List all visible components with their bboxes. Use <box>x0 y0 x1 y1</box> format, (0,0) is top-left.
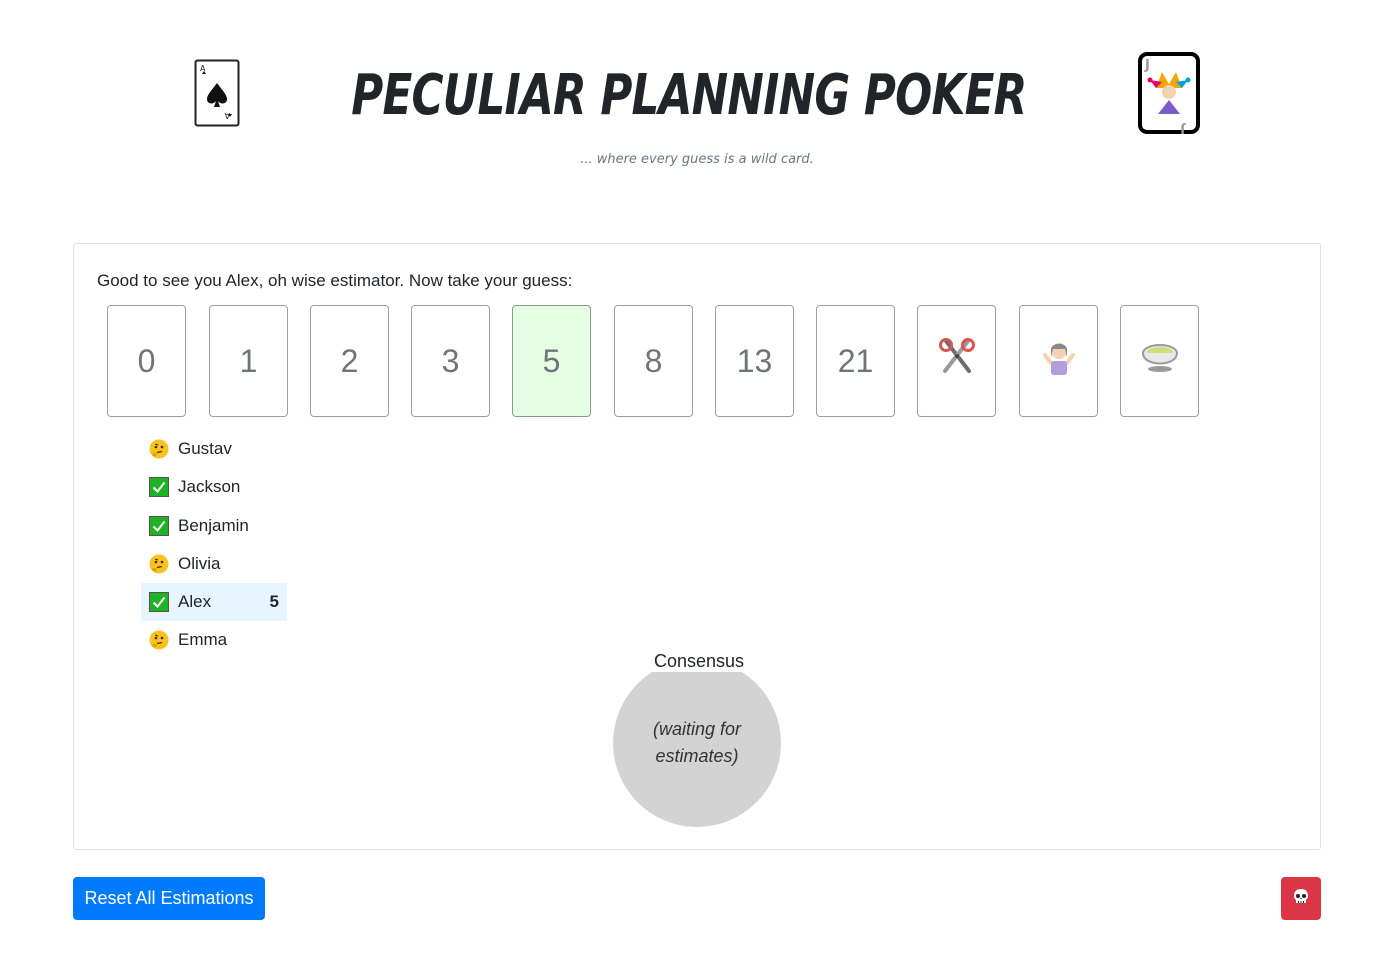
player-name: Emma <box>178 630 228 649</box>
check-mark-icon <box>149 477 169 497</box>
thinking-face-icon <box>149 630 169 650</box>
player-name: Olivia <box>178 554 221 573</box>
thinking-face-icon <box>149 554 169 574</box>
card-21[interactable]: 21 <box>816 305 895 417</box>
player-name: Gustav <box>178 439 232 458</box>
check-mark-icon <box>149 516 169 536</box>
page-subtitle: ... where every guess is a wild card. <box>580 152 814 167</box>
player-row: Olivia <box>141 545 287 583</box>
page-title: Peculiar Planning Poker <box>351 63 1027 128</box>
card-13[interactable]: 13 <box>715 305 794 417</box>
card-coffee-break[interactable] <box>1120 305 1199 417</box>
player-name: Benjamin <box>178 516 249 535</box>
card-shrug[interactable] <box>1019 305 1098 417</box>
card-8[interactable]: 8 <box>614 305 693 417</box>
greeting-text: Good to see you Alex, oh wise estimator.… <box>97 271 573 290</box>
delete-session-button[interactable] <box>1281 877 1321 920</box>
check-mark-icon <box>149 592 169 612</box>
card-2[interactable]: 2 <box>310 305 389 417</box>
thinking-face-icon <box>149 439 169 459</box>
reset-all-estimations-button[interactable]: Reset All Estimations <box>73 877 265 920</box>
ace-of-spades-card-icon: A A <box>194 59 240 132</box>
card-1[interactable]: 1 <box>209 305 288 417</box>
joker-card-icon: J J <box>1137 52 1200 139</box>
player-estimate: 5 <box>269 592 279 611</box>
card-5[interactable]: 5 <box>512 305 591 417</box>
app-header: A A Peculiar Planning Poker J J <box>0 52 1394 139</box>
player-row: Jackson <box>141 468 287 506</box>
svg-text:A: A <box>200 64 206 73</box>
consensus-value: (waiting for estimates) <box>652 719 742 766</box>
player-name: Alex <box>178 592 212 611</box>
player-row: Benjamin <box>141 507 287 545</box>
tea-cup-icon <box>1140 339 1180 383</box>
player-name: Jackson <box>178 477 241 496</box>
card-scissors[interactable] <box>917 305 996 417</box>
player-row: Gustav <box>141 430 287 468</box>
player-row: Emma <box>141 621 287 659</box>
consensus-label: Consensus <box>649 651 749 672</box>
shrug-icon <box>1040 337 1078 385</box>
card-3[interactable]: 3 <box>411 305 490 417</box>
svg-text:J: J <box>1180 122 1186 134</box>
scissors-icon <box>938 337 976 385</box>
player-row-current-user: Alex 5 <box>141 583 287 621</box>
estimation-panel: Good to see you Alex, oh wise estimator.… <box>73 243 1321 850</box>
consensus-circle: (waiting for estimates) <box>613 659 781 827</box>
card-0[interactable]: 0 <box>107 305 186 417</box>
skull-icon <box>1292 888 1310 909</box>
svg-text:J: J <box>1144 58 1150 73</box>
